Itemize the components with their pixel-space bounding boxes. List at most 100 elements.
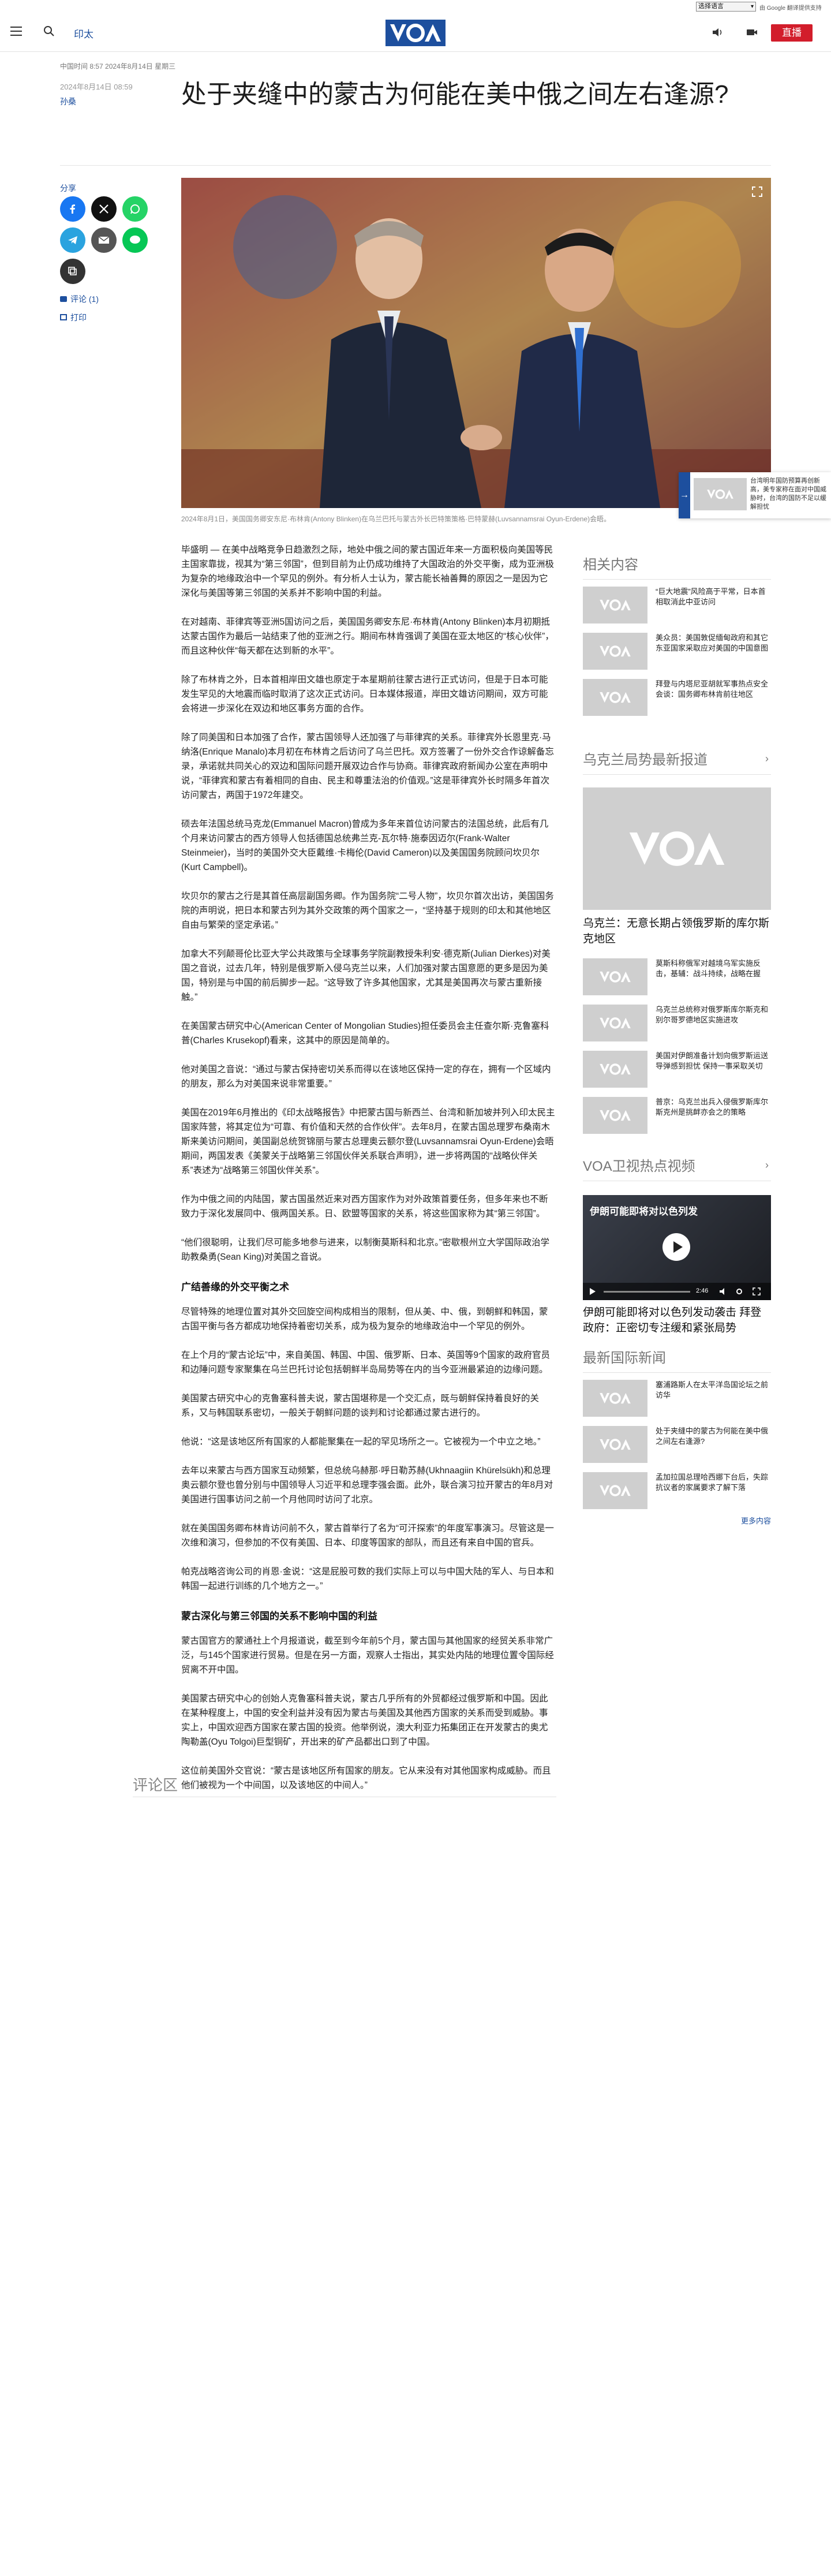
paragraph: 除了同美国和日本加强了合作，蒙古国领导人还加强了与菲律宾的关系。菲律宾外长恩里克…	[181, 733, 554, 800]
list-item[interactable]: 莫斯科称俄军对越境乌军实施反击，基辅：战斗持续，战略在握	[583, 951, 771, 998]
paragraph: 在美国蒙古研究中心(American Center of Mongolian S…	[181, 1021, 549, 1046]
progress-bar[interactable]	[604, 1291, 690, 1293]
thumbnail	[694, 478, 747, 510]
chevron-right-icon: ›	[765, 753, 769, 764]
telegram-share-button[interactable]	[60, 227, 85, 253]
author-link[interactable]: 孙桑	[60, 96, 76, 107]
list-item[interactable]: 普京：乌克兰出兵入侵俄罗斯库尔斯克州是挑衅亦会之的策略	[583, 1090, 771, 1136]
settings-icon[interactable]	[735, 1287, 743, 1296]
video-player[interactable]: 伊朗可能即将对以色列发 2:46	[583, 1195, 771, 1300]
voa-logo-placeholder	[600, 1392, 631, 1404]
feature-image[interactable]	[583, 787, 771, 910]
play-small-icon[interactable]	[589, 1287, 597, 1296]
x-share-button[interactable]	[91, 196, 117, 222]
thumbnail	[583, 1426, 647, 1463]
thumbnail	[583, 633, 647, 670]
email-share-button[interactable]	[91, 227, 117, 253]
voa-logo-placeholder	[600, 1017, 631, 1029]
voa-logo-placeholder	[629, 831, 725, 866]
expand-icon[interactable]	[751, 186, 763, 197]
voa-logo-placeholder	[600, 1110, 631, 1121]
video-duration: 2:46	[696, 1287, 709, 1294]
intl-heading-label: 最新国际新闻	[583, 1350, 666, 1366]
copy-icon	[68, 267, 77, 275]
video-section: VOA卫视热点视频 › 伊朗可能即将对以色列发 2:46 伊朗可能即将对以色列发动…	[583, 1155, 771, 1336]
list-item-title: 塞浦路斯人在太平洋岛国论坛之前访华	[656, 1380, 769, 1399]
live-button[interactable]: 直播	[771, 24, 813, 42]
paragraph: 蒙古国官方的蒙通社上个月报道说，截至到今年前5个月，蒙古国与其他国家的经贸关系非…	[181, 1636, 554, 1675]
section-link[interactable]: 印太	[74, 26, 93, 40]
feature-title[interactable]: 乌克兰：无意长期占领俄罗斯的库尔斯克地区	[583, 916, 771, 947]
line-share-button[interactable]	[122, 227, 148, 253]
ukraine-heading[interactable]: 乌克兰局势最新报道 ›	[583, 748, 771, 775]
list-item[interactable]: 美国对伊朗准备计划向俄罗斯运送导弹感到担忧 保持一事采取关切	[583, 1044, 771, 1090]
thumbnail	[583, 1005, 647, 1041]
list-item-title: 莫斯科称俄军对越境乌军实施反击，基辅：战斗持续，战略在握	[656, 959, 761, 978]
paragraph: 就在美国国务卿布林肯访问前不久，蒙古首举行了名为“可汗探索”的年度军事演习。尽管…	[181, 1524, 554, 1548]
list-item[interactable]: 乌克兰总统称对俄罗斯库尔斯克和别尔哥罗德地区实施进攻	[583, 998, 771, 1044]
more-link[interactable]: 更多内容	[583, 1515, 771, 1526]
telegram-icon	[68, 236, 77, 244]
voa-logo-placeholder	[600, 1063, 631, 1075]
facebook-share-button[interactable]	[60, 196, 85, 222]
list-item[interactable]: 处于夹缝中的蒙古为何能在美中俄之间左右逢源?	[583, 1419, 771, 1465]
copy-link-button[interactable]	[60, 259, 85, 284]
list-item-title: 美国对伊朗准备计划向俄罗斯运送导弹感到担忧 保持一事采取关切	[656, 1051, 769, 1070]
paragraph: 他说：“这是该地区所有国家的人都能聚集在一起的罕见场所之一。它被视为一个中立之地…	[181, 1437, 541, 1447]
intl-section: 最新国际新闻 塞浦路斯人在太平洋岛国论坛之前访华处于夹缝中的蒙古为何能在美中俄之…	[583, 1346, 771, 1526]
utility-bar: 选择语言 由 Google 翻译提供支持	[0, 0, 831, 14]
voa-logo-placeholder	[600, 1485, 631, 1496]
fullscreen-icon[interactable]	[753, 1287, 761, 1296]
list-item[interactable]: 美众员：美国敦促缅甸政府和其它东亚国家采取应对美国的中国意图	[583, 626, 771, 672]
comments-link[interactable]: 评论 (1)	[60, 293, 99, 305]
article-body: 毕盛明 — 在美中战略竞争日趋激烈之际，地处中俄之间的蒙古国近年来一方面积极向美…	[181, 543, 556, 1807]
paragraph: 坎贝尔的蒙古之行是其首任高层副国务卿。作为国务院“二号人物”，坎贝尔首次出访，美…	[181, 891, 554, 930]
video-title[interactable]: 伊朗可能即将对以色列发动袭击 拜登政府：正密切专注缓和紧张局势	[583, 1305, 771, 1336]
print-link[interactable]: 打印	[60, 312, 87, 323]
x-icon	[99, 204, 108, 214]
play-button[interactable]	[662, 1233, 690, 1261]
list-item[interactable]: “巨大地震”风险高于平常，日本首相取消此中亚访问	[583, 580, 771, 626]
paragraph: 毕盛明 — 在美中战略竞争日趋激烈之际，地处中俄之间的蒙古国近年来一方面积极向美…	[181, 545, 554, 598]
paragraph: 尽管特殊的地理位置对其外交回旋空间构成相当的限制，但从美、中、俄，到朝鲜和韩国，…	[181, 1307, 548, 1331]
voa-logo[interactable]	[385, 20, 446, 46]
article-title: 处于夹缝中的蒙古为何能在美中俄之间左右逢源?	[181, 80, 729, 109]
video-overlay-text: 伊朗可能即将对以色列发	[590, 1206, 698, 1217]
thumbnail	[583, 1380, 647, 1417]
voa-logo-placeholder	[600, 599, 631, 611]
comments-heading: 评论区	[133, 1776, 178, 1794]
paragraph: 帕克战略咨询公司的肖恩·金说：“这是屁股可数的我们实际上可以与中国大陆的军人、与…	[181, 1567, 554, 1591]
video-heading-label: VOA卫视热点视频	[583, 1159, 695, 1174]
voa-logo-placeholder	[600, 1439, 631, 1450]
list-item-title: 拜登与内塔尼亚胡就军事热点安全会谈：国务卿布林肯前往地区	[656, 680, 769, 699]
hero-image	[181, 178, 771, 508]
email-icon	[98, 236, 110, 244]
related-heading: 相关内容	[583, 553, 771, 580]
language-select[interactable]: 选择语言	[696, 2, 756, 12]
arrow-right-icon[interactable]: →	[679, 472, 690, 518]
menu-icon[interactable]	[10, 27, 22, 36]
facebook-icon	[70, 204, 75, 214]
volume-icon[interactable]	[719, 1287, 728, 1296]
line-icon	[130, 236, 140, 244]
whatsapp-share-button[interactable]	[122, 196, 148, 222]
print-label: 打印	[70, 313, 87, 322]
hero-photo	[181, 178, 771, 508]
list-item-title: 乌克兰总统称对俄罗斯库尔斯克和别尔哥罗德地区实施进攻	[656, 1005, 769, 1024]
search-icon[interactable]	[43, 25, 55, 38]
video-heading[interactable]: VOA卫视热点视频 ›	[583, 1155, 771, 1181]
audio-icon[interactable]	[711, 27, 724, 38]
voa-logo-placeholder	[600, 692, 631, 703]
share-label: 分享	[60, 184, 76, 193]
list-item[interactable]: 孟加拉国总理哈西娜下台后，失踪抗议者的家属要求了解下落	[583, 1465, 771, 1511]
list-item[interactable]: 塞浦路斯人在太平洋岛国论坛之前访华	[583, 1373, 771, 1419]
video-icon[interactable]	[746, 27, 758, 38]
comments-label: 评论 (1)	[70, 294, 99, 304]
video-controls: 2:46	[583, 1283, 771, 1300]
intl-heading: 最新国际新闻	[583, 1346, 771, 1373]
list-item[interactable]: 拜登与内塔尼亚胡就军事热点安全会谈：国务卿布林肯前往地区	[583, 672, 771, 718]
list-item-title: “巨大地震”风险高于平常，日本首相取消此中亚访问	[656, 587, 766, 606]
paragraph: 他对美国之音说：“通过与蒙古保持密切关系而得以在该地区保持一定的存在，拥有一个区…	[181, 1065, 551, 1089]
paragraph: 这位前美国外交官说：“蒙古是该地区所有国家的朋友。它从来没有对其他国家构成威胁。…	[181, 1766, 551, 1790]
floating-recommendation[interactable]: → 台湾明年国防预算再创新高，美专家称在面对中国威胁时，台湾的国防不足以缓解担忧	[679, 472, 831, 518]
